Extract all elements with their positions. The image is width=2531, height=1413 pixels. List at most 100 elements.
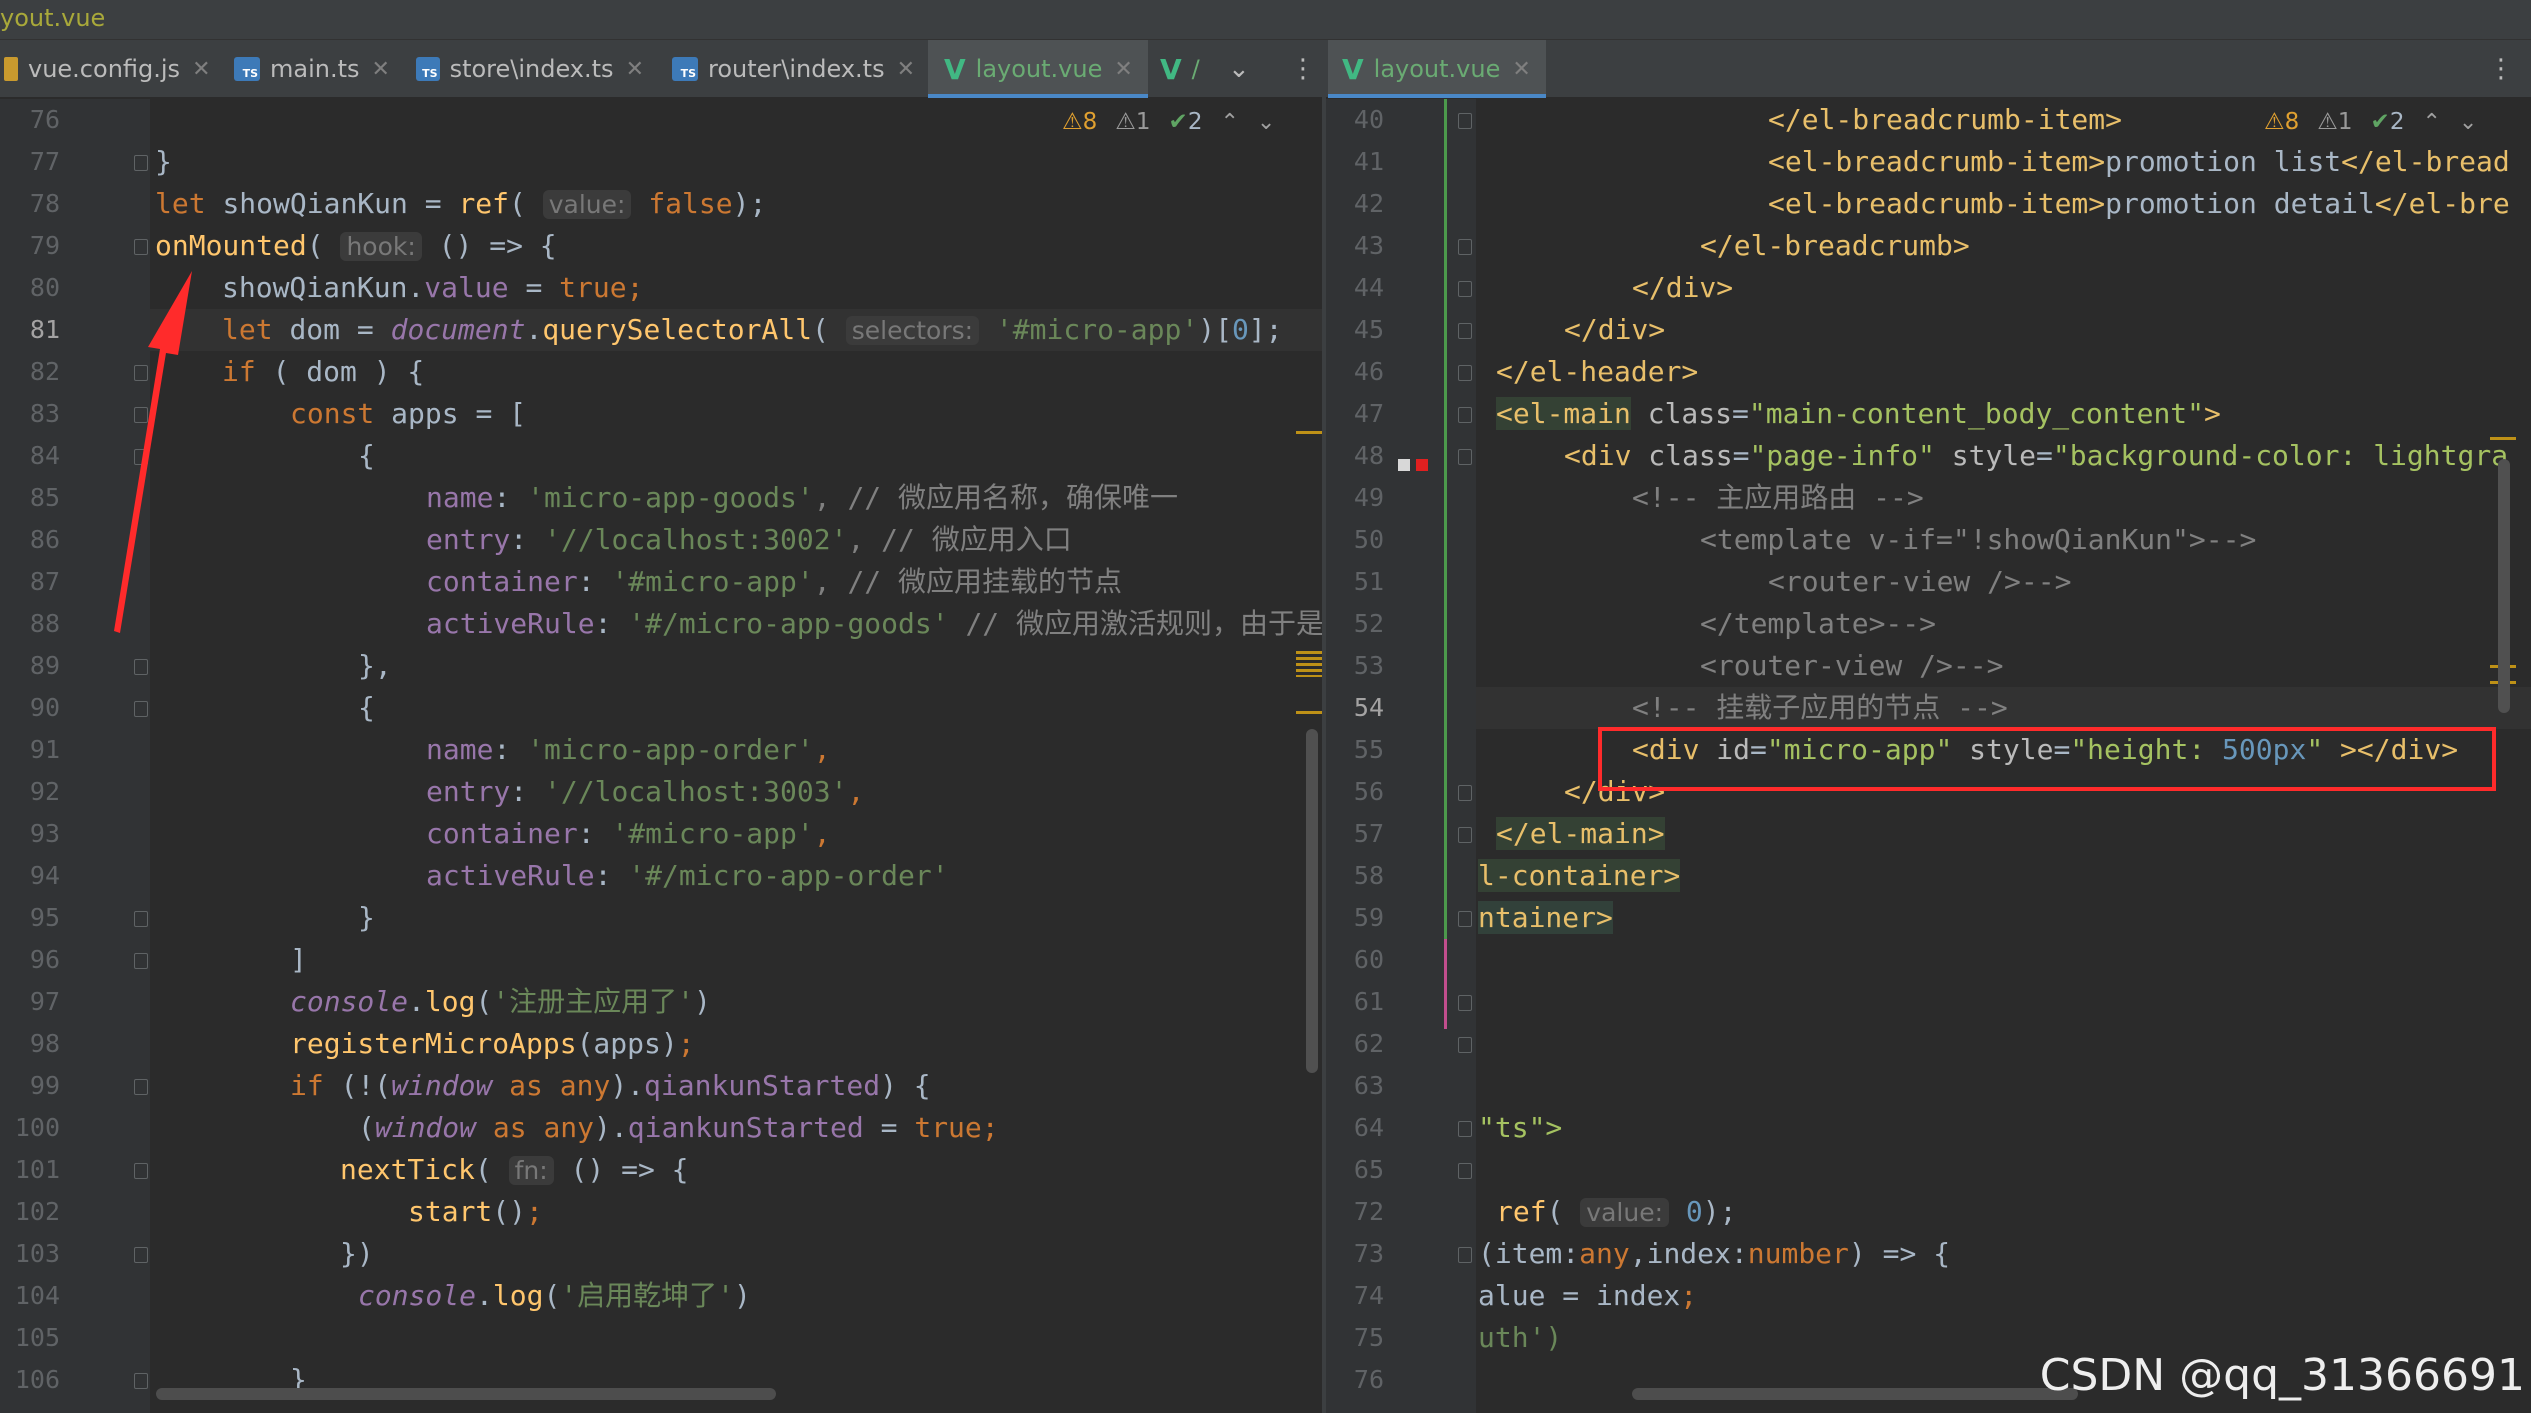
line-number: 65 [1353,1155,1384,1184]
code-line[interactable]: nextTick( fn: () => { [0,1149,1322,1191]
window-title: yout.vue [0,4,106,32]
tab-label: vue.config.js [28,55,181,83]
parameter-hint: selectors: [845,316,980,345]
error-stripe-marker[interactable] [2490,437,2516,440]
tab-vue-config-js[interactable]: vue.config.js ✕ [0,40,228,98]
close-icon[interactable]: ✕ [372,57,390,82]
right-editor-tab-bar: V layout.vue ✕ ⋮ [1326,40,2531,98]
code-line-current[interactable]: <!-- 挂载子应用的节点 --> [1326,687,2531,729]
line-number: 76 [29,105,60,134]
code-line[interactable]: <router-view />--> [1326,645,2531,687]
fold-marker-icon[interactable] [1458,1037,1472,1053]
code-line[interactable]: </el-main> [1326,813,2531,855]
code-line[interactable]: <el-main class="main-content_body_conten… [1326,393,2531,435]
tab-router-index-ts[interactable]: TS router\index.ts ✕ [672,40,922,98]
error-stripe-marker[interactable] [1296,711,1322,714]
close-icon[interactable]: ✕ [1114,57,1132,82]
code-line[interactable]: ] [0,939,1322,981]
code-line[interactable]: <template v-if="!showQianKun">--> [1326,519,2531,561]
code-line[interactable]: console.log('注册主应用了') [0,981,1322,1023]
tab-label: router\index.ts [708,55,885,83]
watermark-text: CSDN @qq_31366691 [2039,1350,2525,1401]
code-line[interactable]: (item:any,index:number) => { [1326,1233,2531,1275]
code-line[interactable]: activeRule: '#/micro-app-order' [0,855,1322,897]
fold-marker-icon[interactable] [1458,1163,1472,1179]
left-editor-tab-bar: vue.config.js ✕ TS main.ts ✕ TS store\in… [0,40,1322,98]
tab-list-chevron-icon[interactable]: ⌄ [1228,40,1250,98]
more-vertical-icon[interactable]: ⋮ [1290,40,1316,98]
vertical-scrollbar[interactable] [2498,459,2510,713]
close-icon[interactable]: ✕ [626,57,644,82]
close-icon[interactable]: ✕ [192,57,210,82]
code-line[interactable]: "ts"> [1326,1107,2531,1149]
js-file-icon [4,57,18,81]
tab-layout-vue-right[interactable]: V layout.vue ✕ [1328,40,1546,98]
code-line[interactable]: entry: '//localhost:3003', [0,771,1322,813]
window-title-bar: yout.vue [0,0,2531,40]
code-line[interactable]: } [0,897,1322,939]
code-line[interactable]: }) [0,1233,1322,1275]
vue-file-icon: V [1160,52,1182,86]
tab-label: layout.vue [1373,55,1501,83]
tab-store-index-ts[interactable]: TS store\index.ts ✕ [416,40,644,98]
line-number: 60 [1353,945,1384,974]
vertical-scrollbar[interactable] [1306,729,1318,1073]
code-line[interactable]: ntainer> [1326,897,2531,939]
code-line[interactable]: registerMicroApps(apps); [0,1023,1322,1065]
code-line[interactable]: <el-breadcrumb-item>promotion detail</el… [1326,183,2531,225]
parameter-hint: fn: [508,1156,554,1185]
tab-main-ts[interactable]: TS main.ts ✕ [234,40,406,98]
code-line[interactable]: </template>--> [1326,603,2531,645]
code-line[interactable]: let showQianKun = ref( value: false); [0,183,1322,225]
error-stripe-marker[interactable] [1296,431,1322,434]
horizontal-scrollbar[interactable] [156,1388,776,1400]
error-stripe-marker[interactable] [1296,651,1322,677]
tab-layout-vue[interactable]: V layout.vue ✕ [928,40,1148,98]
code-line[interactable]: container: '#micro-app', [0,813,1322,855]
more-vertical-icon[interactable]: ⋮ [2488,40,2514,98]
line-number: 62 [1353,1029,1384,1058]
line-number: 105 [14,1323,60,1352]
close-icon[interactable]: ✕ [897,57,915,82]
code-line[interactable]: <el-breadcrumb-item>promotion list</el-b… [1326,141,2531,183]
tab-label: store\index.ts [449,55,614,83]
tab-label: layout.vue [975,55,1103,83]
code-line[interactable]: }, [0,645,1322,687]
code-line[interactable]: } [0,141,1322,183]
code-line[interactable]: </el-breadcrumb-item> [1326,99,2531,141]
code-line[interactable]: <router-view />--> [1326,561,2531,603]
code-line[interactable]: { [0,687,1322,729]
code-line[interactable]: </el-breadcrumb> [1326,225,2531,267]
annotation-arrow-icon [114,271,192,633]
ts-file-icon: TS [416,57,440,81]
line-number: 63 [1353,1071,1384,1100]
code-line[interactable]: </div> [1326,267,2531,309]
code-line[interactable]: ref( value: 0); [1326,1191,2531,1233]
parameter-hint: value: [1580,1198,1670,1227]
code-line[interactable]: alue = index; [1326,1275,2531,1317]
code-line[interactable]: console.log('启用乾坤了') [0,1275,1322,1317]
code-line[interactable]: start(); [0,1191,1322,1233]
code-line[interactable]: (window as any).qiankunStarted = true; [0,1107,1322,1149]
left-code-editor[interactable]: ⚠8 ⚠1 ✔2 ⌃ ⌄ 76 77 78 79 80 81 82 83 84 … [0,99,1322,1413]
code-line[interactable]: </div> [1326,309,2531,351]
vue-file-icon: V [1342,52,1364,86]
line-number: 76 [1353,1365,1384,1394]
close-icon[interactable]: ✕ [1512,57,1530,82]
ts-file-icon: TS [672,57,698,81]
horizontal-scrollbar[interactable] [1632,1388,2078,1400]
code-line[interactable]: l-container> [1326,855,2531,897]
ts-file-icon: TS [234,57,260,81]
code-line[interactable]: if (!(window as any).qiankunStarted) { [0,1065,1322,1107]
tab-label: main.ts [270,55,360,83]
code-line[interactable]: name: 'micro-app-order', [0,729,1322,771]
line-number: 61 [1353,987,1384,1016]
fold-marker-icon[interactable] [1458,995,1472,1011]
vue-file-icon: V [944,52,966,86]
code-line[interactable]: </el-header> [1326,351,2531,393]
code-line[interactable]: <!-- 主应用路由 --> [1326,477,2531,519]
code-line[interactable]: <div class="page-info" style="background… [1326,435,2531,477]
ide-window: yout.vue vue.config.js ✕ TS main.ts ✕ TS… [0,0,2531,1413]
right-code-editor[interactable]: ⚠8 ⚠1 ✔2 ⌃ ⌄ 40 41 42 43 44 45 46 47 48 … [1326,99,2531,1413]
tab-truncated[interactable]: V / [1160,40,1216,98]
